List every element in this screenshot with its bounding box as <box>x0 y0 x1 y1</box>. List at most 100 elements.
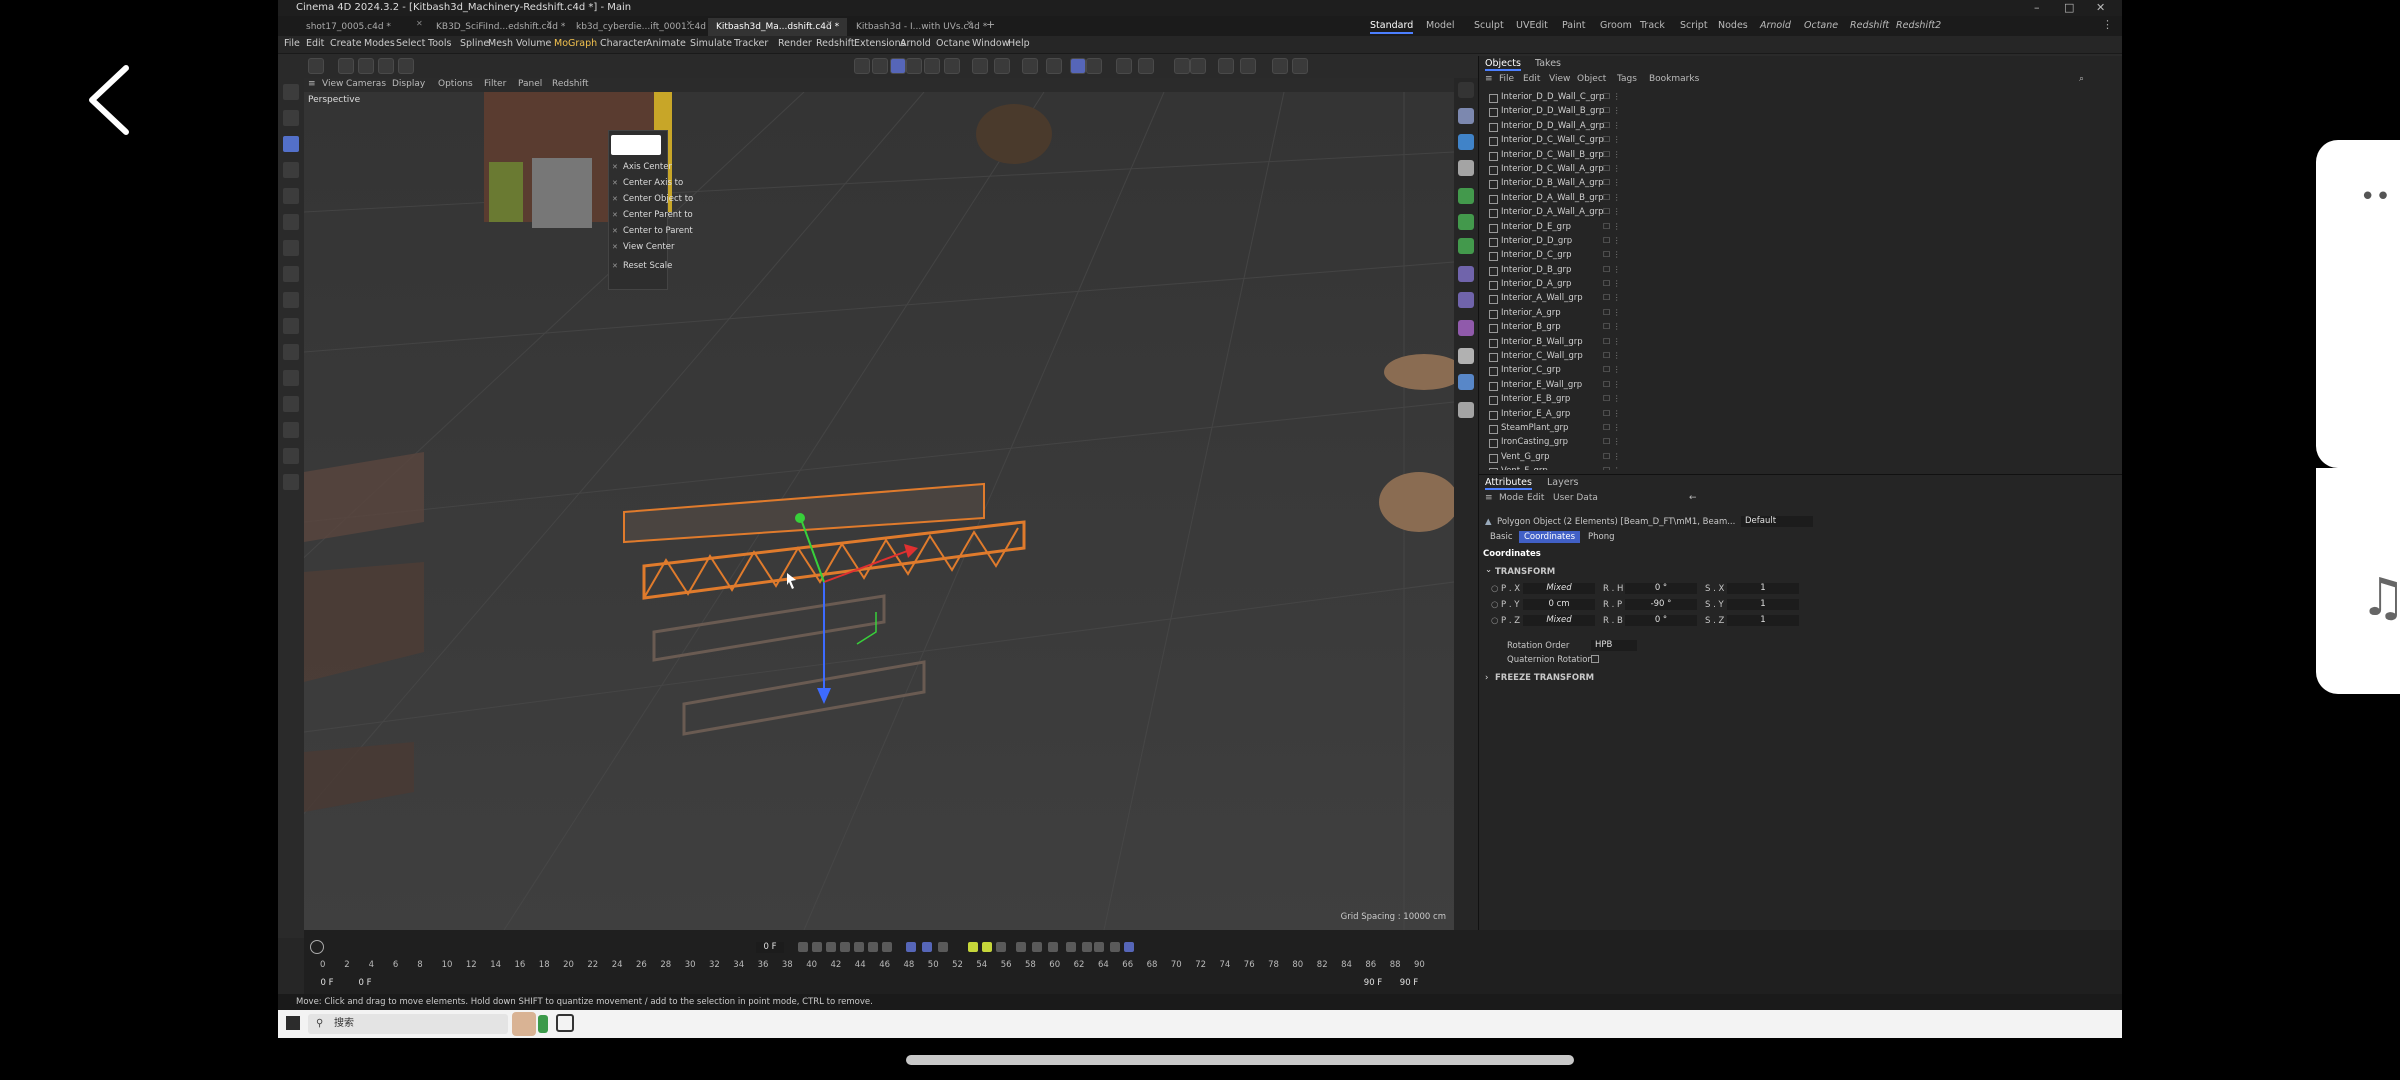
visibility-toggle-icon[interactable]: ☐ ⋮ <box>1603 133 1621 147</box>
menu-extensions[interactable]: Extensions <box>854 38 906 49</box>
subtab-basic[interactable]: Basic <box>1485 531 1518 543</box>
toolbar-button-11[interactable] <box>972 58 988 74</box>
keyframe-dot-icon[interactable]: ○ <box>1491 600 1498 610</box>
visibility-toggle-icon[interactable]: ☐ ⋮ <box>1603 191 1621 205</box>
objects-menu-view[interactable]: View <box>1549 74 1570 84</box>
layout-arnold[interactable]: Arnold <box>1760 18 1791 34</box>
toolbar-button-21[interactable] <box>1218 58 1234 74</box>
visibility-toggle-icon[interactable]: ☐ ⋮ <box>1603 349 1621 363</box>
tool-button-11[interactable] <box>283 370 299 386</box>
tool-button-4[interactable] <box>283 188 299 204</box>
menu-render[interactable]: Render <box>778 38 812 49</box>
toolbar-button-17[interactable] <box>1116 58 1132 74</box>
scale-field[interactable]: 1 <box>1727 599 1799 610</box>
doc-tab-close-icon[interactable]: ✕ <box>966 19 973 28</box>
object-tool-icon-12[interactable] <box>1458 402 1474 418</box>
visibility-toggle-icon[interactable]: ☐ ⋮ <box>1603 176 1621 190</box>
visibility-toggle-icon[interactable]: ☐ ⋮ <box>1603 407 1621 421</box>
object-row[interactable]: Interior_D_A_grp ☐ ⋮ <box>1479 277 2122 291</box>
object-row[interactable]: Interior_D_D_grp ☐ ⋮ <box>1479 234 2122 248</box>
transport-button-20[interactable] <box>1124 942 1134 952</box>
transport-button-19[interactable] <box>1110 942 1120 952</box>
menu-modes[interactable]: Modes <box>364 38 395 49</box>
transport-button-15[interactable] <box>1048 942 1058 952</box>
toolbar-button-12[interactable] <box>994 58 1010 74</box>
visibility-toggle-icon[interactable]: ☐ ⋮ <box>1603 320 1621 334</box>
object-row[interactable]: Interior_E_B_grp ☐ ⋮ <box>1479 392 2122 406</box>
toolbar-button-8[interactable] <box>906 58 922 74</box>
transport-button-4[interactable] <box>854 942 864 952</box>
transport-button-18[interactable] <box>1094 942 1104 952</box>
object-tool-icon-8[interactable] <box>1458 292 1474 308</box>
viewport-menu-cameras[interactable]: Cameras <box>346 79 386 89</box>
rotation-field[interactable]: 0 ° <box>1625 583 1697 594</box>
tool-button-3[interactable] <box>283 162 299 178</box>
transport-button-11[interactable] <box>982 942 992 952</box>
object-row[interactable]: Interior_D_C_Wall_A_grp ☐ ⋮ <box>1479 162 2122 176</box>
menu-animate[interactable]: Animate <box>646 38 686 49</box>
layout-standard[interactable]: Standard <box>1370 18 1414 34</box>
object-tool-icon-9[interactable] <box>1458 320 1474 336</box>
visibility-toggle-icon[interactable]: ☐ ⋮ <box>1603 90 1621 104</box>
toolbar-button-14[interactable] <box>1046 58 1062 74</box>
transport-button-12[interactable] <box>996 942 1006 952</box>
menu-volume[interactable]: Volume <box>516 38 551 49</box>
visibility-toggle-icon[interactable]: ☐ ⋮ <box>1603 148 1621 162</box>
context-item-view-center[interactable]: View Center <box>609 239 674 255</box>
toolbar-button-23[interactable] <box>1272 58 1288 74</box>
object-row[interactable]: Interior_C_grp ☐ ⋮ <box>1479 363 2122 377</box>
object-row[interactable]: IronCasting_grp ☐ ⋮ <box>1479 435 2122 449</box>
doc-tab-close-icon[interactable]: ✕ <box>546 19 553 28</box>
object-tool-icon-0[interactable] <box>1458 82 1474 98</box>
visibility-toggle-icon[interactable]: ☐ ⋮ <box>1603 119 1621 133</box>
position-field[interactable]: Mixed <box>1523 615 1595 626</box>
attributes-hamburger-icon[interactable]: ≡ <box>1485 493 1493 503</box>
object-tool-icon-2[interactable] <box>1458 134 1474 150</box>
close-icon[interactable]: ✕ <box>2096 0 2105 16</box>
tool-button-13[interactable] <box>283 422 299 438</box>
layout-track[interactable]: Track <box>1640 18 1665 34</box>
toolbar-button-4[interactable] <box>398 58 414 74</box>
transport-button-9[interactable] <box>938 942 948 952</box>
context-menu-search[interactable] <box>611 135 661 155</box>
layout-script[interactable]: Script <box>1680 18 1708 34</box>
scale-field[interactable]: 1 <box>1727 583 1799 594</box>
object-tool-icon-1[interactable] <box>1458 108 1474 124</box>
position-field[interactable]: 0 cm <box>1523 599 1595 610</box>
object-tool-icon-3[interactable] <box>1458 160 1474 176</box>
viewport-menu-panel[interactable]: Panel <box>518 79 542 89</box>
transport-button-8[interactable] <box>922 942 932 952</box>
object-row[interactable]: SteamPlant_grp ☐ ⋮ <box>1479 421 2122 435</box>
menu-simulate[interactable]: Simulate <box>690 38 732 49</box>
tab-layers[interactable]: Layers <box>1547 477 1578 488</box>
task-view-icon[interactable] <box>556 1014 574 1032</box>
objects-menu-file[interactable]: File <box>1499 74 1514 84</box>
visibility-toggle-icon[interactable]: ☐ ⋮ <box>1603 421 1621 435</box>
object-row[interactable]: Interior_A_grp ☐ ⋮ <box>1479 306 2122 320</box>
menu-mograph[interactable]: MoGraph <box>554 38 597 49</box>
keyframe-dot-icon[interactable]: ○ <box>1491 584 1498 594</box>
visibility-toggle-icon[interactable]: ☐ ⋮ <box>1603 277 1621 291</box>
object-row[interactable]: Interior_C_Wall_grp ☐ ⋮ <box>1479 349 2122 363</box>
tab-takes[interactable]: Takes <box>1535 58 1561 69</box>
object-row[interactable]: Interior_D_C_Wall_B_grp ☐ ⋮ <box>1479 148 2122 162</box>
visibility-toggle-icon[interactable]: ☐ ⋮ <box>1603 378 1621 392</box>
scale-field[interactable]: 1 <box>1727 615 1799 626</box>
tool-button-1[interactable] <box>283 110 299 126</box>
transport-button-2[interactable] <box>826 942 836 952</box>
transport-button-13[interactable] <box>1016 942 1026 952</box>
taskbar-search[interactable]: ⚲ 搜索 <box>308 1014 508 1034</box>
object-tool-icon-4[interactable] <box>1458 188 1474 204</box>
context-item-center-to-parent[interactable]: Center to Parent <box>609 223 693 239</box>
viewport-hamburger-icon[interactable]: ≡ <box>308 79 316 89</box>
toolbar-button-9[interactable] <box>924 58 940 74</box>
position-field[interactable]: Mixed <box>1523 583 1595 594</box>
toolbar-button-1[interactable] <box>338 58 354 74</box>
transport-button-0[interactable] <box>798 942 808 952</box>
toolbar-button-13[interactable] <box>1022 58 1038 74</box>
menu-arnold[interactable]: Arnold <box>900 38 931 49</box>
floating-music-button[interactable]: ♫ <box>2316 468 2400 694</box>
object-row[interactable]: Interior_D_A_Wall_A_grp ☐ ⋮ <box>1479 205 2122 219</box>
objects-menu-edit[interactable]: Edit <box>1523 74 1540 84</box>
objects-hamburger-icon[interactable]: ≡ <box>1485 74 1493 84</box>
